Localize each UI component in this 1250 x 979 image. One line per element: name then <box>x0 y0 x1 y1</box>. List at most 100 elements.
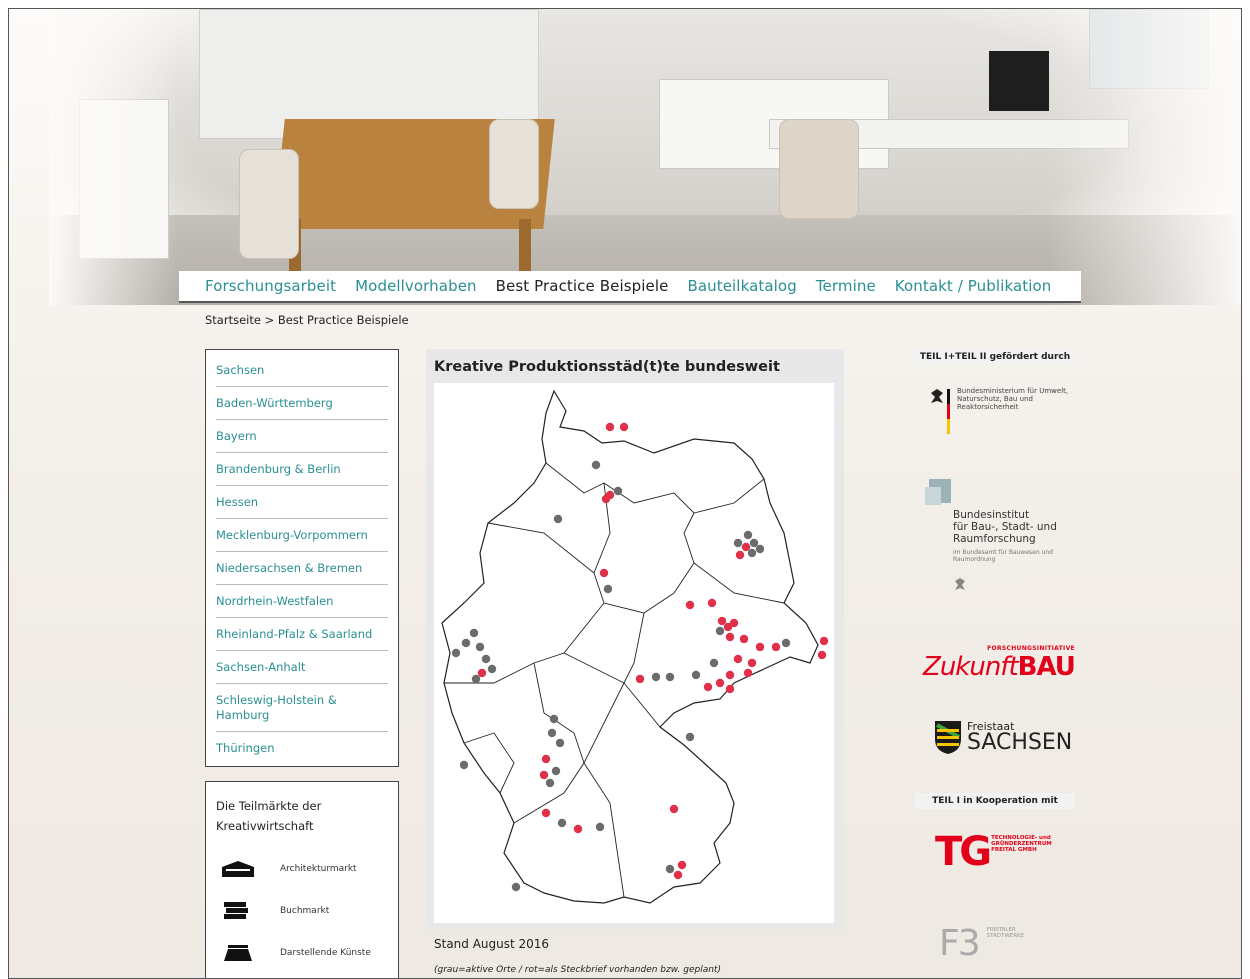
map-dot-active[interactable] <box>551 766 561 776</box>
region-link[interactable]: Nordrhein-Westfalen <box>216 585 388 618</box>
map-dot-active[interactable] <box>591 460 601 470</box>
region-link[interactable]: Sachsen <box>216 354 388 387</box>
bbsr-mark-icon <box>925 479 951 505</box>
map-dot-active[interactable] <box>709 658 719 668</box>
saxony-crest-icon <box>935 721 961 754</box>
map-dot-active[interactable] <box>549 714 559 724</box>
map-dot-active[interactable] <box>733 538 743 548</box>
map-dot-active[interactable] <box>595 822 605 832</box>
map-dot-active[interactable] <box>451 648 461 658</box>
map-dot-profile[interactable] <box>743 668 753 678</box>
map-dot-profile[interactable] <box>715 678 725 688</box>
f3-logo[interactable]: F3 FREITALER STADTWERKE <box>939 923 1047 964</box>
nav-modellvorhaben[interactable]: Modellvorhaben <box>355 277 477 295</box>
map-dot-profile[interactable] <box>707 598 717 608</box>
map-dot-profile[interactable] <box>677 860 687 870</box>
map-dot-profile[interactable] <box>771 642 781 652</box>
map-dot-profile[interactable] <box>717 616 727 626</box>
map-dot-active[interactable] <box>461 638 471 648</box>
map-dot-active[interactable] <box>555 738 565 748</box>
map-dot-profile[interactable] <box>635 674 645 684</box>
map-dot-profile[interactable] <box>541 754 551 764</box>
map-dot-active[interactable] <box>747 548 757 558</box>
map-dot-active[interactable] <box>665 672 675 682</box>
books-icon <box>216 900 260 922</box>
map-dot-active[interactable] <box>685 732 695 742</box>
region-link[interactable]: Schleswig-Holstein & Hamburg <box>216 684 388 732</box>
map-dot-active[interactable] <box>665 864 675 874</box>
map-dot-active[interactable] <box>651 672 661 682</box>
map-dot-profile[interactable] <box>817 650 827 660</box>
map-dot-profile[interactable] <box>741 542 751 552</box>
market-item[interactable]: Architekturmarkt <box>216 848 388 890</box>
bmub-logo[interactable]: Bundesministerium für Umwelt, Naturschut… <box>927 387 1077 437</box>
map-dot-active[interactable] <box>743 530 753 540</box>
map-dot-active[interactable] <box>715 626 725 636</box>
map-dot-active[interactable] <box>755 544 765 554</box>
region-list: Sachsen Baden-Württemberg Bayern Branden… <box>205 349 399 767</box>
map-dot-active[interactable] <box>459 760 469 770</box>
map-dot-active[interactable] <box>481 654 491 664</box>
map-dot-active[interactable] <box>557 818 567 828</box>
map-dot-profile[interactable] <box>539 770 549 780</box>
nav-best-practice[interactable]: Best Practice Beispiele <box>496 277 669 295</box>
map-dot-profile[interactable] <box>725 670 735 680</box>
map-dot-active[interactable] <box>511 882 521 892</box>
map-dot-profile[interactable] <box>729 618 739 628</box>
nav-termine[interactable]: Termine <box>816 277 876 295</box>
map-dot-active[interactable] <box>475 642 485 652</box>
map-dot-profile[interactable] <box>601 494 611 504</box>
map-dot-active[interactable] <box>603 584 613 594</box>
region-link[interactable]: Brandenburg & Berlin <box>216 453 388 486</box>
map-dot-profile[interactable] <box>747 658 757 668</box>
market-label: Buchmarkt <box>280 906 330 916</box>
map-dot-profile[interactable] <box>725 632 735 642</box>
eagle-icon <box>955 578 965 590</box>
market-item[interactable]: Buchmarkt <box>216 890 388 932</box>
map-dot-profile[interactable] <box>599 568 609 578</box>
map-dot-active[interactable] <box>547 728 557 738</box>
map-dot-profile[interactable] <box>605 422 615 432</box>
map-dot-profile[interactable] <box>673 870 683 880</box>
region-link[interactable]: Baden-Württemberg <box>216 387 388 420</box>
map-dot-profile[interactable] <box>755 642 765 652</box>
market-item[interactable]: Darstellende Künste <box>216 932 388 974</box>
tg-logo[interactable]: TG TECHNOLOGIE- und GRÜNDERZENTRUM FREIT… <box>935 829 1061 875</box>
map-dot-active[interactable] <box>691 670 701 680</box>
map-dot-active[interactable] <box>487 664 497 674</box>
map-note: (grau=aktive Orte / rot=als Steckbrief v… <box>434 965 721 975</box>
bbsr-logo[interactable]: Bundesinstitut für Bau-, Stadt- und Raum… <box>923 477 1073 597</box>
map-dot-active[interactable] <box>781 638 791 648</box>
region-link[interactable]: Niedersachsen & Bremen <box>216 552 388 585</box>
map-dot-profile[interactable] <box>619 422 629 432</box>
zukunft-bau-logo[interactable]: FORSCHUNGSINITIATIVE ZukunftBAU <box>923 645 1076 682</box>
region-link[interactable]: Thüringen <box>216 732 388 764</box>
region-link[interactable]: Bayern <box>216 420 388 453</box>
map-dot-active[interactable] <box>471 674 481 684</box>
map-dot-profile[interactable] <box>703 682 713 692</box>
region-link[interactable]: Hessen <box>216 486 388 519</box>
region-link[interactable]: Mecklenburg-Vorpommern <box>216 519 388 552</box>
map-dot-profile[interactable] <box>739 634 749 644</box>
map-dot-profile[interactable] <box>685 600 695 610</box>
map-dot-profile[interactable] <box>733 654 743 664</box>
region-link[interactable]: Rheinland-Pfalz & Saarland <box>216 618 388 651</box>
map-dot-active[interactable] <box>553 514 563 524</box>
map-dot-active[interactable] <box>469 628 479 638</box>
nav-bauteilkatalog[interactable]: Bauteilkatalog <box>687 277 796 295</box>
nav-kontakt[interactable]: Kontakt / Publikation <box>895 277 1052 295</box>
map-dot-profile[interactable] <box>819 636 829 646</box>
map-dot-profile[interactable] <box>541 808 551 818</box>
sachsen-logo[interactable]: Freistaat SACHSEN <box>933 719 1072 755</box>
map-dot-profile[interactable] <box>477 668 487 678</box>
map-dot-profile[interactable] <box>725 684 735 694</box>
map-dot-active[interactable] <box>545 778 555 788</box>
map-dot-profile[interactable] <box>669 804 679 814</box>
map-dot-active[interactable] <box>613 486 623 496</box>
map-dot-profile[interactable] <box>573 824 583 834</box>
map-dot-profile[interactable] <box>735 550 745 560</box>
germany-map[interactable] <box>434 383 834 923</box>
nav-forschungsarbeit[interactable]: Forschungsarbeit <box>205 277 336 295</box>
region-link[interactable]: Sachsen-Anhalt <box>216 651 388 684</box>
map-dot-active[interactable] <box>749 538 759 548</box>
